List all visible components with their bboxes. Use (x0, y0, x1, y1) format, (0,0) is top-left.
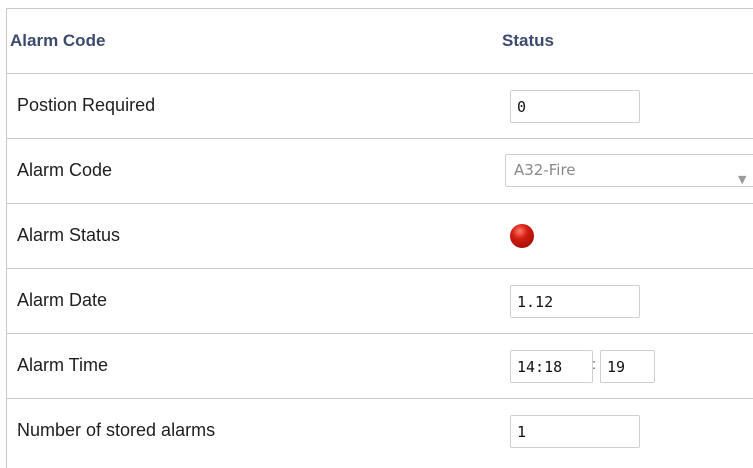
alarm-status-led-icon (510, 224, 534, 248)
table-row-alarm-status: Alarm Status (7, 203, 753, 268)
stored-alarms-input[interactable] (510, 415, 640, 448)
row-label: Postion Required (17, 95, 156, 115)
alarm-time-seconds-input[interactable] (600, 350, 655, 383)
alarm-code-selected-value: A32-Fire (514, 161, 576, 179)
column-header-alarm-code: Alarm Code (10, 31, 106, 50)
position-required-input[interactable] (510, 90, 640, 123)
alarm-time-hm-input[interactable] (510, 350, 593, 383)
row-label: Alarm Date (17, 290, 108, 310)
column-header-status: Status (502, 31, 554, 50)
alarm-status-table: Alarm Code Status Postion Required Alarm… (6, 8, 753, 468)
row-label: Alarm Time (17, 355, 109, 375)
table-row-position-required: Postion Required (7, 73, 753, 138)
row-label: Number of stored alarms (17, 420, 216, 440)
table-row-alarm-code: Alarm Code A32-Fire ▼ (7, 138, 753, 203)
time-separator: : (592, 356, 597, 373)
alarm-code-select[interactable]: A32-Fire ▼ (505, 154, 753, 187)
table-row-alarm-time: Alarm Time : (7, 333, 753, 398)
table-row-alarm-date: Alarm Date (7, 268, 753, 333)
alarm-date-input[interactable] (510, 285, 640, 318)
table-row-stored-alarms: Number of stored alarms (7, 398, 753, 463)
table-header: Alarm Code Status (7, 9, 753, 73)
chevron-down-icon: ▼ (738, 173, 747, 186)
row-label: Alarm Code (17, 160, 113, 180)
row-label: Alarm Status (17, 225, 121, 245)
